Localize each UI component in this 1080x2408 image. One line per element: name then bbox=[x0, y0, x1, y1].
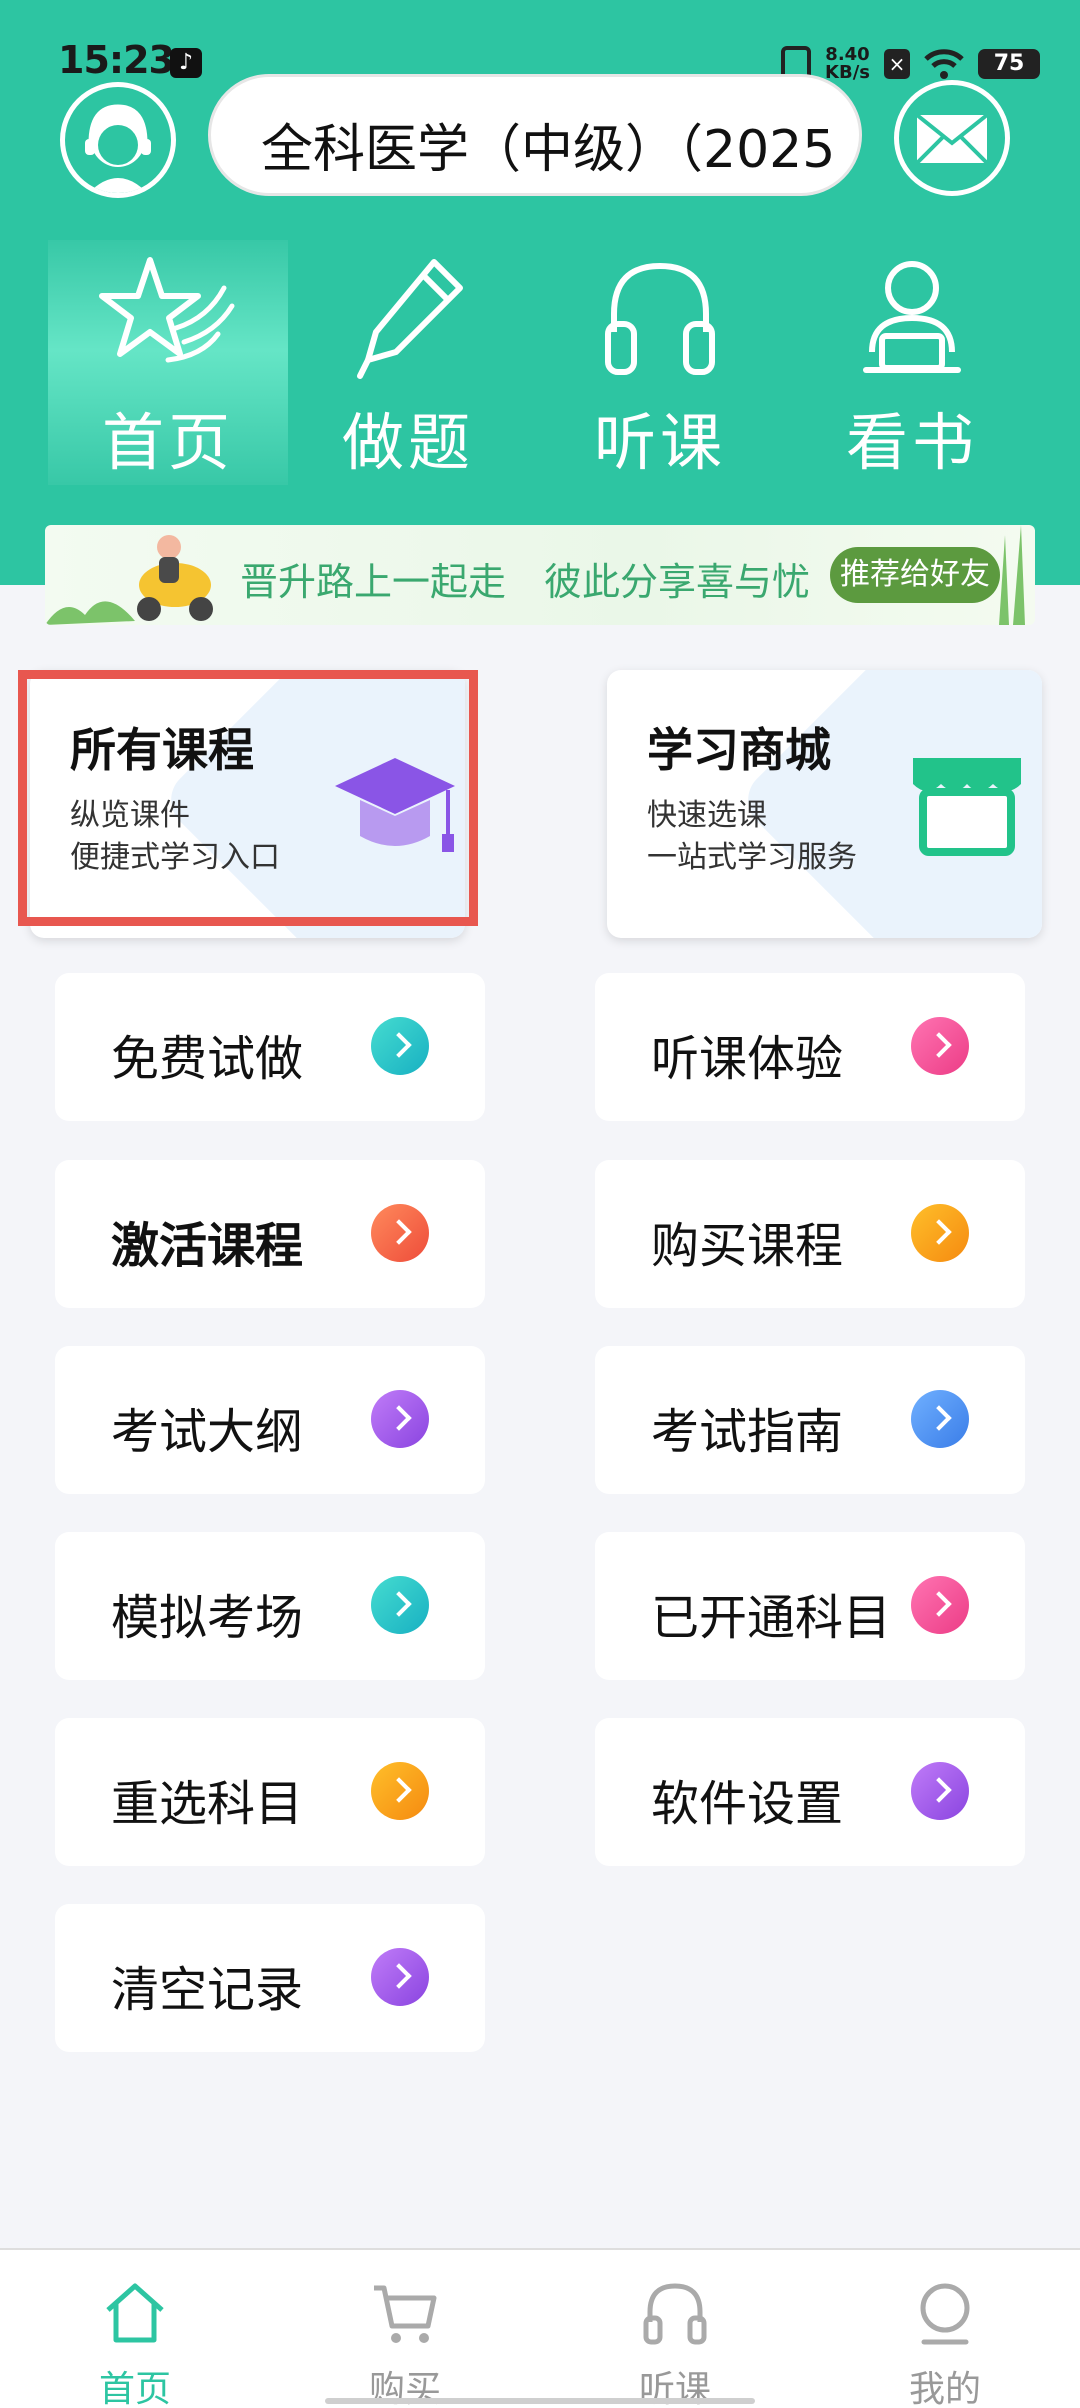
learning-store-title: 学习商城 bbox=[647, 723, 831, 777]
star-icon bbox=[99, 257, 235, 363]
menu-mock-exam[interactable]: 模拟考场 bbox=[55, 1532, 485, 1680]
menu-label: 已开通科目 bbox=[651, 1590, 892, 1646]
recommend-friend-button[interactable]: 推荐给好友 bbox=[830, 547, 1000, 603]
chevron-right-icon bbox=[371, 1390, 429, 1448]
menu-label: 模拟考场 bbox=[111, 1590, 304, 1646]
menu-label: 听课体验 bbox=[651, 1031, 844, 1087]
menu-buy-course[interactable]: 购买课程 bbox=[595, 1160, 1025, 1308]
learning-store-card[interactable]: 学习商城 快速选课 一站式学习服务 bbox=[607, 670, 1042, 938]
headphones-icon bbox=[605, 262, 715, 375]
tab-lectures-label: 听课 bbox=[593, 406, 726, 479]
home-icon bbox=[106, 2283, 164, 2343]
nav-lectures[interactable]: 听课 bbox=[540, 2250, 810, 2408]
subject-selector[interactable]: 全科医学（中级）（2025 bbox=[208, 74, 862, 196]
learning-store-sub2: 一站式学习服务 bbox=[647, 840, 857, 875]
headset-agent-icon bbox=[85, 104, 151, 193]
status-time: 15:23 bbox=[58, 38, 175, 82]
menu-clear-records[interactable]: 清空记录 bbox=[55, 1904, 485, 2052]
home-indicator[interactable] bbox=[325, 2398, 755, 2404]
menu-exam-syllabus[interactable]: 考试大纲 bbox=[55, 1346, 485, 1494]
banner-text: 晋升路上一起走 彼此分享喜与忧 bbox=[240, 560, 811, 604]
nav-home[interactable]: 首页 bbox=[0, 2250, 270, 2408]
tiktok-notification-icon: ♪ bbox=[170, 48, 202, 78]
network-speed: 8.40 KB/s bbox=[825, 44, 870, 83]
pencil-icon bbox=[357, 259, 463, 379]
message-button[interactable] bbox=[894, 80, 1010, 196]
menu-reselect-subject[interactable]: 重选科目 bbox=[55, 1718, 485, 1866]
learning-store-sub1: 快速选课 bbox=[647, 798, 767, 833]
chevron-right-icon bbox=[911, 1204, 969, 1262]
chevron-right-icon bbox=[371, 1948, 429, 2006]
menu-label: 重选科目 bbox=[111, 1776, 304, 1832]
menu-app-settings[interactable]: 软件设置 bbox=[595, 1718, 1025, 1866]
user-icon bbox=[920, 2283, 970, 2345]
store-icon bbox=[913, 758, 1021, 856]
grass-decoration bbox=[999, 525, 1025, 625]
menu-exam-guide[interactable]: 考试指南 bbox=[595, 1346, 1025, 1494]
reader-icon bbox=[863, 261, 961, 373]
tab-home-label: 首页 bbox=[101, 406, 234, 479]
menu-label: 软件设置 bbox=[651, 1776, 844, 1832]
menu-label: 免费试做 bbox=[111, 1031, 304, 1087]
cart-icon bbox=[374, 2285, 437, 2343]
subject-selector-text: 全科医学（中级）（2025 bbox=[261, 120, 836, 180]
bottom-navigation: 首页 购买 听课 我的 bbox=[0, 2248, 1080, 2408]
menu-opened-subjects[interactable]: 已开通科目 bbox=[595, 1532, 1025, 1680]
tab-home[interactable]: 首页 bbox=[48, 240, 288, 485]
chevron-right-icon bbox=[911, 1017, 969, 1075]
customer-service-avatar[interactable] bbox=[60, 82, 176, 198]
menu-lecture-trial[interactable]: 听课体验 bbox=[595, 973, 1025, 1121]
tab-practice[interactable]: 做题 bbox=[288, 240, 528, 485]
menu-label: 清空记录 bbox=[111, 1962, 304, 2018]
chevron-right-icon bbox=[911, 1390, 969, 1448]
menu-label: 购买课程 bbox=[651, 1218, 844, 1274]
chevron-right-icon bbox=[911, 1576, 969, 1634]
battery-indicator: 75 bbox=[978, 49, 1040, 79]
nav-buy[interactable]: 购买 bbox=[270, 2250, 540, 2408]
headphones-icon bbox=[643, 2283, 707, 2345]
no-sim-icon: × bbox=[884, 49, 910, 79]
chevron-right-icon bbox=[371, 1017, 429, 1075]
tab-reading[interactable]: 看书 bbox=[792, 240, 1032, 485]
mail-icon bbox=[915, 113, 989, 165]
nav-mine-label: 我的 bbox=[908, 2369, 981, 2408]
chevron-right-icon bbox=[371, 1576, 429, 1634]
share-banner[interactable]: 晋升路上一起走 彼此分享喜与忧 推荐给好友 bbox=[45, 525, 1035, 625]
menu-label: 激活课程 bbox=[111, 1218, 304, 1274]
nav-mine[interactable]: 我的 bbox=[810, 2250, 1080, 2408]
wifi-icon bbox=[924, 49, 964, 79]
selection-highlight bbox=[18, 670, 478, 926]
tab-reading-label: 看书 bbox=[845, 406, 978, 479]
scooter-rider-illustration bbox=[45, 535, 213, 625]
menu-label: 考试指南 bbox=[651, 1404, 844, 1460]
nav-home-label: 首页 bbox=[98, 2369, 171, 2408]
menu-activate-course[interactable]: 激活课程 bbox=[55, 1160, 485, 1308]
menu-label: 考试大纲 bbox=[111, 1404, 304, 1460]
tab-practice-label: 做题 bbox=[341, 406, 474, 479]
tab-lectures[interactable]: 听课 bbox=[540, 240, 780, 485]
menu-free-trial[interactable]: 免费试做 bbox=[55, 973, 485, 1121]
chevron-right-icon bbox=[371, 1762, 429, 1820]
chevron-right-icon bbox=[371, 1204, 429, 1262]
chevron-right-icon bbox=[911, 1762, 969, 1820]
